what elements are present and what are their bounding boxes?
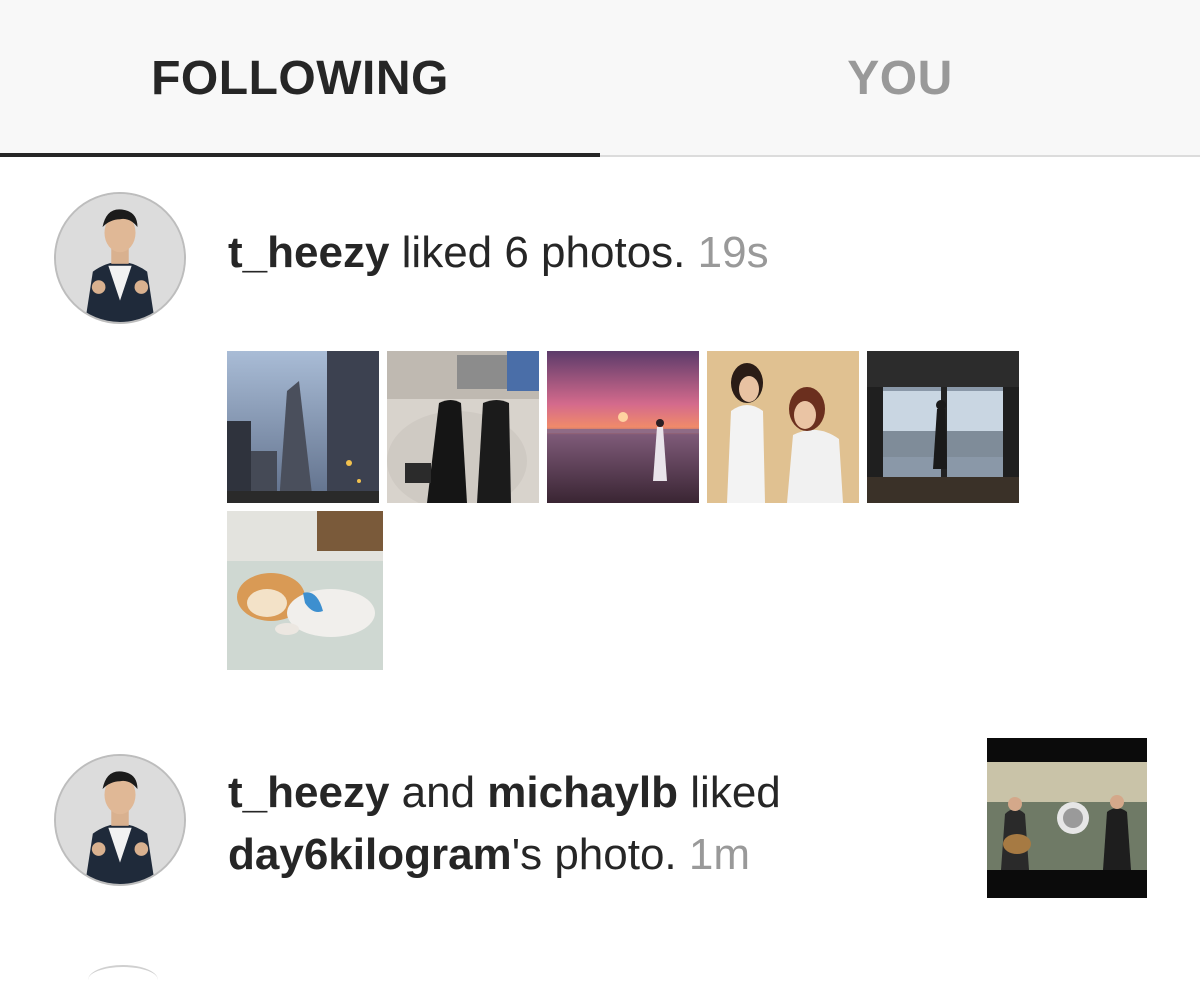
username-link[interactable]: t_heezy bbox=[228, 228, 389, 277]
tab-following-label: FOLLOWING bbox=[151, 52, 449, 105]
photo-sunset-beach bbox=[547, 351, 699, 503]
activity-timestamp: 1m bbox=[688, 830, 750, 879]
liked-photo-thumbnail[interactable] bbox=[387, 351, 539, 503]
username-link[interactable]: t_heezy bbox=[228, 768, 389, 817]
activity-text: t_heezy liked 6 photos. 19s bbox=[228, 222, 769, 284]
activity-action: liked bbox=[678, 768, 781, 817]
activity-suffix: 's photo. bbox=[511, 830, 689, 879]
tab-you[interactable]: YOU bbox=[600, 0, 1200, 157]
tab-you-label: YOU bbox=[847, 52, 953, 105]
liked-photo-thumbnail[interactable] bbox=[227, 511, 383, 670]
photo-building-skyline bbox=[227, 351, 379, 503]
avatar[interactable] bbox=[54, 192, 186, 324]
photo-compression-boots bbox=[387, 351, 539, 503]
liked-photo-thumbnail[interactable] bbox=[227, 351, 379, 503]
avatar-photo bbox=[56, 194, 184, 322]
activity-connector: and bbox=[389, 768, 488, 817]
photo-shiba-dog bbox=[227, 511, 383, 670]
photo-two-women bbox=[707, 351, 859, 503]
photo-band-video-still bbox=[987, 738, 1147, 898]
liked-photo-thumbnail[interactable] bbox=[707, 351, 859, 503]
activity-timestamp: 19s bbox=[697, 228, 769, 277]
activity-text: t_heezy and michaylb liked day6kilogram's… bbox=[228, 762, 948, 886]
activity-action: liked 6 photos. bbox=[389, 228, 698, 277]
liked-photo-thumbnail[interactable] bbox=[987, 738, 1147, 898]
avatar[interactable] bbox=[54, 754, 186, 886]
target-username-link[interactable]: day6kilogram bbox=[228, 830, 512, 879]
avatar[interactable] bbox=[88, 965, 158, 995]
active-tab-indicator bbox=[0, 153, 600, 157]
tab-following[interactable]: FOLLOWING bbox=[0, 0, 600, 157]
liked-photo-thumbnail[interactable] bbox=[547, 351, 699, 503]
liked-photo-thumbnail[interactable] bbox=[867, 351, 1019, 503]
username-link[interactable]: michaylb bbox=[487, 768, 678, 817]
photo-city-window bbox=[867, 351, 1019, 503]
activity-tab-bar: FOLLOWING YOU bbox=[0, 0, 1200, 157]
avatar-photo bbox=[56, 756, 184, 884]
